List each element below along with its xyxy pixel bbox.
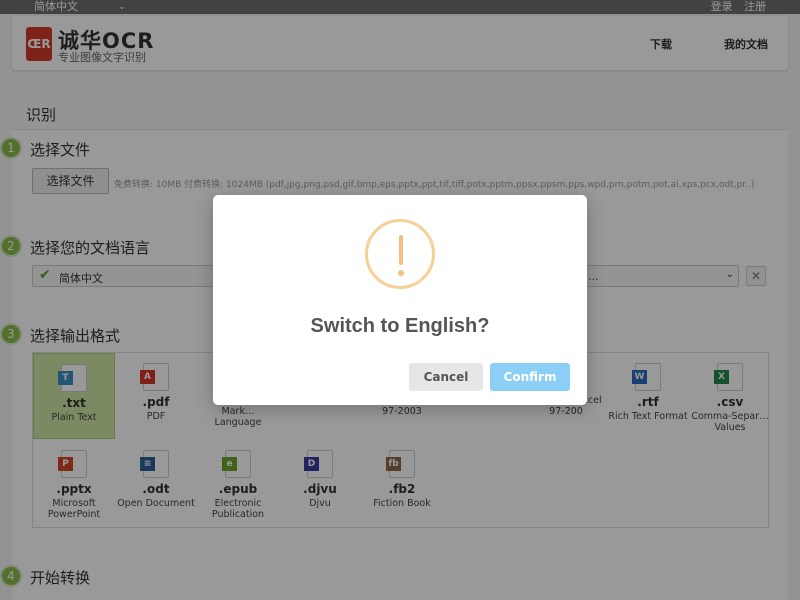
switch-language-dialog: Switch to English? Cancel Confirm	[213, 195, 587, 405]
dialog-title: Switch to English?	[310, 315, 490, 337]
warning-icon	[365, 219, 435, 289]
warning-icon-dot	[398, 270, 404, 276]
confirm-button[interactable]: Confirm	[490, 363, 570, 391]
warning-icon-bar	[399, 235, 403, 265]
cancel-button[interactable]: Cancel	[409, 363, 483, 391]
